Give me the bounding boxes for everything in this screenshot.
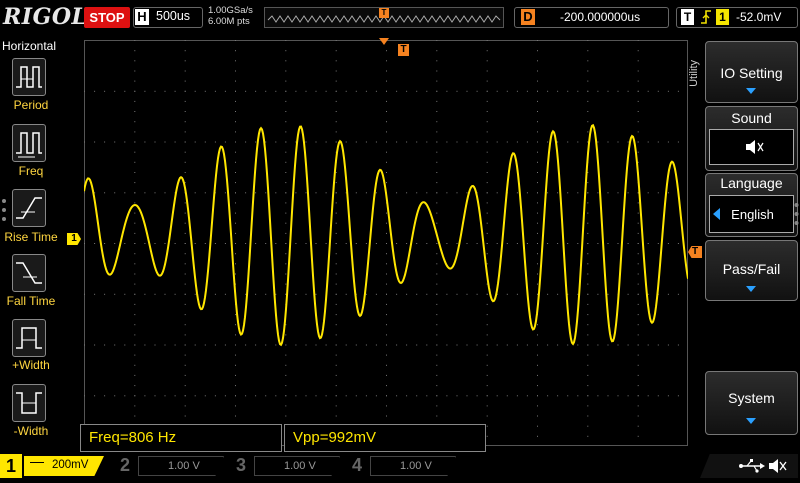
period-label: Period <box>13 98 49 112</box>
trigger-position-arrow <box>379 38 389 45</box>
channel-3-scale: 1.00 V <box>284 460 316 472</box>
channel-3-number: 3 <box>236 455 247 475</box>
channel-4-number: 4 <box>352 455 363 475</box>
trigger-level-value: -52.0mV <box>736 10 782 24</box>
neg-width-icon[interactable] <box>12 384 46 422</box>
rising-edge-icon <box>700 8 712 29</box>
pass-fail-label: Pass/Fail <box>722 261 781 277</box>
right-menu-page-dots <box>794 203 799 225</box>
freq-label: Freq <box>18 164 44 178</box>
vpp-measurement: Vpp=992mV <box>284 424 486 452</box>
horizontal-label: H <box>135 9 149 25</box>
language-button[interactable]: Language English <box>705 173 798 237</box>
system-label: System <box>728 390 775 406</box>
pass-fail-button[interactable]: Pass/Fail <box>705 240 798 301</box>
speaker-muted-icon <box>746 140 764 154</box>
channel-2-scale: 1.00 V <box>168 460 200 472</box>
channel-4[interactable]: 4 1.00 V <box>348 454 458 478</box>
left-menu-page-dots <box>2 199 6 221</box>
chevron-down-icon <box>746 88 756 94</box>
sound-button[interactable]: Sound <box>705 106 798 171</box>
waveform-display[interactable] <box>84 40 688 446</box>
rise-time-label: Rise Time <box>4 230 58 244</box>
channel-1[interactable]: 1 200mV <box>0 454 110 478</box>
trigger-label: T <box>681 9 694 25</box>
chevron-down-icon <box>746 286 756 292</box>
freq-icon[interactable] <box>12 124 46 162</box>
pos-width-icon[interactable] <box>12 319 46 357</box>
sound-value-box <box>709 129 794 165</box>
dc-coupling-icon <box>30 462 44 463</box>
speaker-muted-icon <box>769 459 787 473</box>
run-stop-button[interactable]: STOP <box>84 7 130 28</box>
trigger-position-marker: T <box>398 44 409 56</box>
fall-time-label: Fall Time <box>6 294 56 308</box>
channel-3[interactable]: 3 1.00 V <box>232 454 342 478</box>
channel-1-scale: 200mV <box>52 459 89 471</box>
left-menu-title: Horizontal <box>2 39 57 53</box>
language-value: English <box>731 207 774 222</box>
rise-time-icon[interactable] <box>12 189 46 227</box>
channel-2[interactable]: 2 1.00 V <box>116 454 226 478</box>
utility-menu-title: Utility <box>688 60 700 87</box>
channel-4-scale: 1.00 V <box>400 460 432 472</box>
channel-2-number: 2 <box>120 455 131 475</box>
freq-measurement: Freq=806 Hz <box>80 424 282 452</box>
trigger-source: 1 <box>716 9 729 25</box>
neg-width-label: -Width <box>13 424 49 438</box>
pos-width-label: +Width <box>12 358 50 372</box>
sample-rate-info: 1.00GSa/s 6.00M pts <box>208 5 253 27</box>
memory-trigger-marker: T <box>379 8 389 18</box>
ch1-waveform-trace <box>84 123 688 347</box>
chevron-down-icon <box>746 418 756 424</box>
language-value-box: English <box>709 195 794 233</box>
sample-rate: 1.00GSa/s <box>208 5 253 16</box>
system-button[interactable]: System <box>705 371 798 435</box>
sound-label: Sound <box>731 110 772 126</box>
period-icon[interactable] <box>12 58 46 96</box>
graticule <box>84 40 688 437</box>
timebase-value: 500us <box>156 9 191 23</box>
delay-value: -200.000000us <box>560 10 641 24</box>
status-icons-area <box>700 454 798 478</box>
trigger-level-marker[interactable]: T <box>688 246 702 258</box>
ch1-ground-marker[interactable]: 1 <box>67 233 81 245</box>
rigol-logo: RIGOL <box>3 4 88 30</box>
channel-1-number: 1 <box>0 454 22 478</box>
fall-time-icon[interactable] <box>12 254 46 292</box>
io-setting-label: IO Setting <box>720 65 783 81</box>
io-setting-button[interactable]: IO Setting <box>705 41 798 103</box>
language-label: Language <box>720 175 783 191</box>
memory-depth: 6.00M pts <box>208 16 250 27</box>
delay-label: D <box>521 9 535 25</box>
